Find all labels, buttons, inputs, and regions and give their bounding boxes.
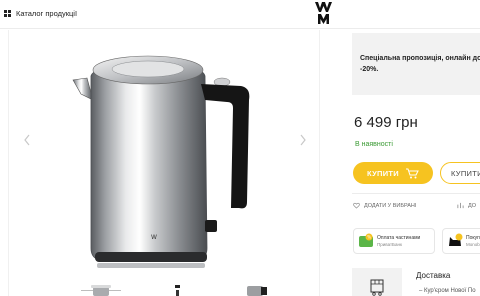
header-divider <box>0 28 480 29</box>
add-to-wishlist-button[interactable]: ДОДАТИ У ВИБРАНІ <box>353 202 416 209</box>
privatbank-icon: % <box>359 233 373 247</box>
delivery-title: Доставка <box>416 271 451 280</box>
installments-title: Оплата частинами <box>377 234 421 241</box>
payment-option-monobank[interactable]: Покуп Monob <box>442 228 480 254</box>
monobank-cat-icon <box>449 233 463 246</box>
installments-bank: ПриватБанк <box>377 241 402 247</box>
thumbnail-1[interactable] <box>81 282 121 296</box>
delivery-icon-box <box>352 268 402 296</box>
cart-icon <box>405 168 419 178</box>
wishlist-label: ДОДАТИ У ВИБРАНІ <box>364 202 417 209</box>
buy-in-credit-button[interactable]: КУПИТИ <box>440 162 480 184</box>
payment-option-installments[interactable]: % Оплата частинами ПриватБанк <box>353 228 435 254</box>
buy-in-credit-label: КУПИТИ <box>451 168 480 178</box>
compare-label: ДО <box>468 202 477 209</box>
svg-text:%: % <box>367 235 371 240</box>
chevron-right-icon[interactable] <box>297 132 309 148</box>
catalog-menu-button[interactable]: Каталог продукції <box>4 6 77 20</box>
add-to-compare-button[interactable]: ДО <box>457 202 476 209</box>
divider <box>352 193 480 194</box>
thumbnail-3[interactable] <box>237 282 277 296</box>
product-gallery: W <box>8 30 320 296</box>
thumbnail-strip <box>81 282 267 296</box>
buy-button-label: КУПИТИ <box>367 168 399 178</box>
offer-text: Спеціальна пропозиція, онлайн до -20%. <box>360 55 480 73</box>
monobank-subtitle: Monob <box>466 241 480 247</box>
svg-text:W: W <box>151 234 157 241</box>
delivery-option-courier: – Кур'єром Нової По <box>419 288 476 294</box>
special-offer-banner: Спеціальна пропозиція, онлайн до -20%. <box>352 33 480 95</box>
buy-button[interactable]: КУПИТИ <box>353 162 433 184</box>
chevron-left-icon[interactable] <box>21 132 33 148</box>
product-price: 6 499 грн <box>354 114 418 131</box>
stock-status: В наявності <box>355 141 393 148</box>
heart-icon <box>353 202 360 209</box>
monobank-title: Покуп <box>466 234 480 241</box>
compare-icon <box>457 202 464 209</box>
delivery-box-icon <box>370 279 384 296</box>
grid-icon <box>4 9 11 17</box>
thumbnail-2[interactable] <box>159 282 199 296</box>
wmf-logo-icon[interactable] <box>313 0 337 26</box>
catalog-label: Каталог продукції <box>16 8 78 18</box>
electric-kettle-image: W <box>72 55 250 268</box>
